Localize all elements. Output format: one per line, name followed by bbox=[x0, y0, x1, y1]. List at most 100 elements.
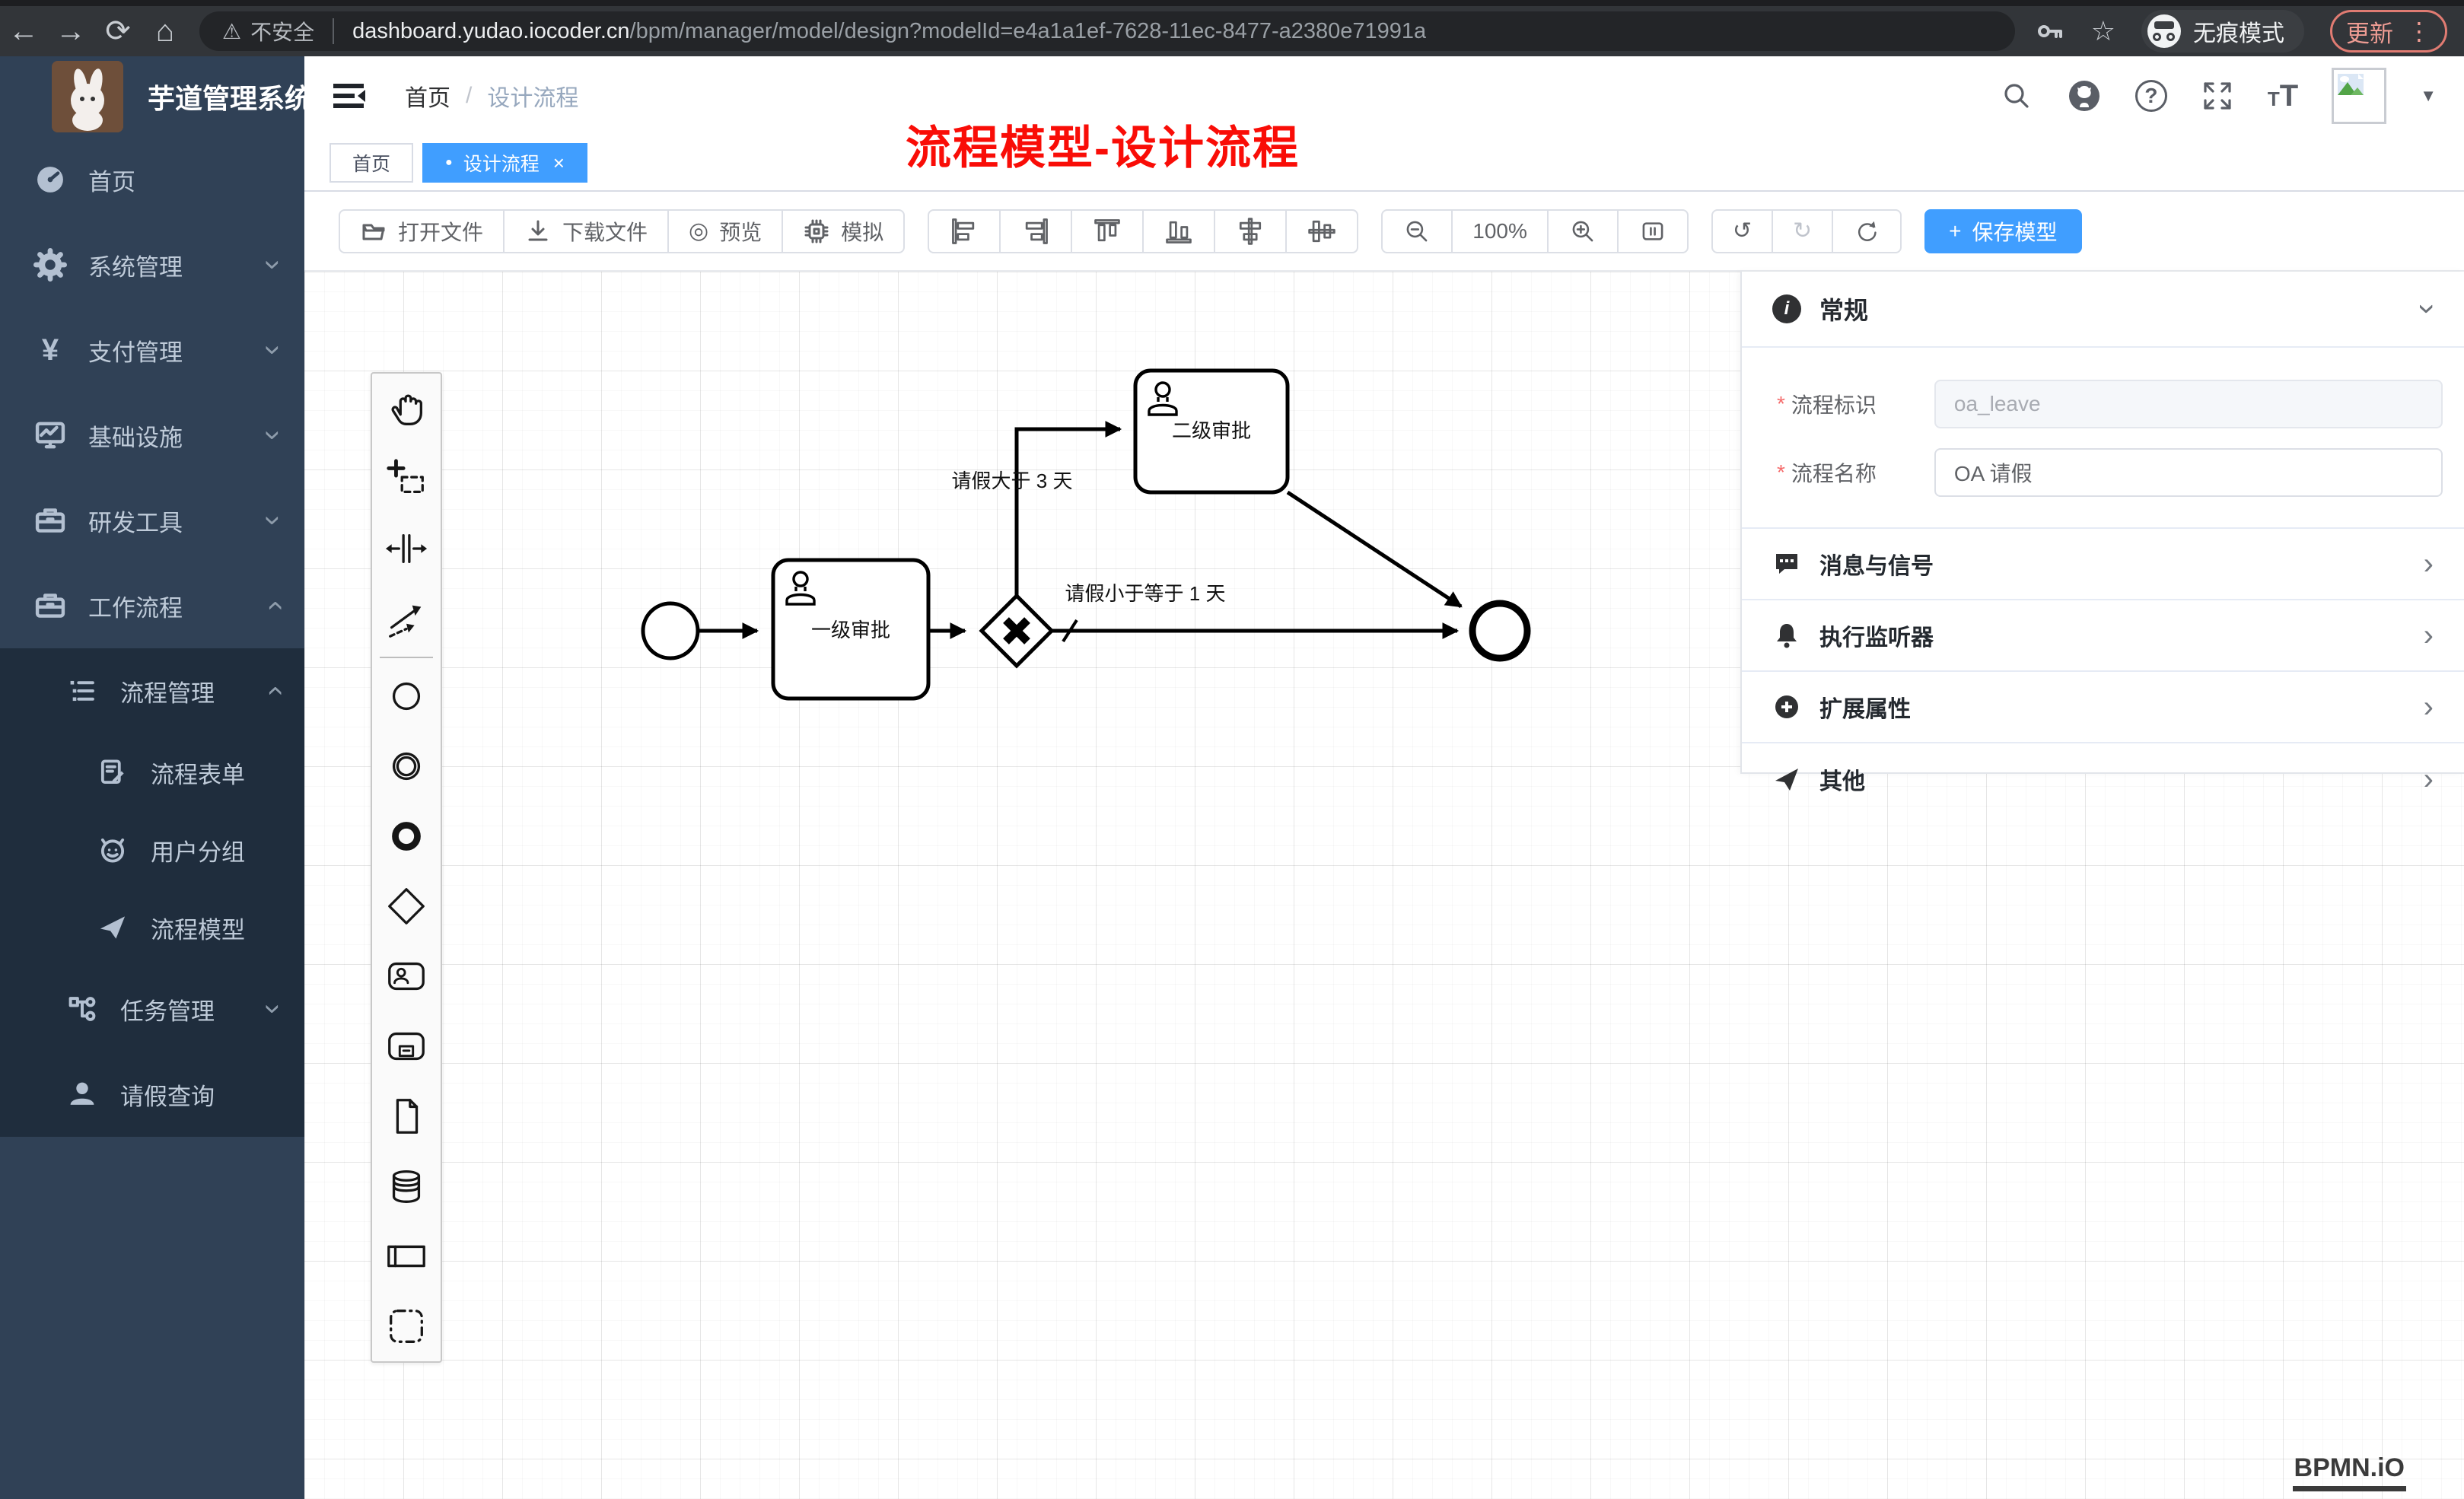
open-file-button[interactable]: 打开文件 bbox=[339, 209, 505, 253]
browser-menu-icon[interactable]: ⋮ bbox=[2407, 17, 2431, 46]
section-execution-listener[interactable]: 执行监听器 › bbox=[1742, 600, 2464, 672]
bookmark-star-icon[interactable]: ☆ bbox=[2091, 15, 2115, 47]
zoom-in-button[interactable] bbox=[1547, 209, 1619, 253]
redo-button[interactable]: ↻ bbox=[1772, 209, 1833, 253]
section-label: 执行监听器 bbox=[1819, 619, 1934, 652]
end-event[interactable] bbox=[1472, 603, 1527, 658]
avatar[interactable] bbox=[2332, 68, 2386, 124]
chevron-right-icon: › bbox=[2424, 692, 2434, 722]
align-center-vertical-button[interactable] bbox=[1285, 209, 1358, 253]
info-icon: i bbox=[1772, 294, 1801, 323]
sidebar-collapse-icon[interactable] bbox=[330, 79, 370, 113]
password-key-icon[interactable] bbox=[2035, 16, 2065, 46]
header-actions: ? TT ▼ bbox=[2000, 68, 2437, 124]
bpmn-canvas[interactable]: 一级审批 二级审批 请假大于 3 天 请假小于等于 1 天 i 常规 › * 流… bbox=[304, 270, 2464, 1499]
browser-reload-icon[interactable]: ⟳ bbox=[94, 16, 142, 46]
browser-forward-icon[interactable]: → bbox=[47, 16, 94, 46]
save-model-label: 保存模型 bbox=[1972, 216, 2058, 247]
avatar-caret-icon[interactable]: ▼ bbox=[2420, 86, 2437, 106]
flow-gateway-to-task2[interactable] bbox=[1017, 429, 1120, 596]
exclusive-gateway[interactable] bbox=[982, 596, 1052, 666]
start-event[interactable] bbox=[643, 603, 698, 658]
zoom-out-button[interactable] bbox=[1381, 209, 1453, 253]
section-general[interactable]: i 常规 › bbox=[1742, 272, 2464, 348]
sidebar-item-label: 系统管理 bbox=[88, 248, 183, 282]
app-logo-row[interactable]: 芋道管理系统 bbox=[0, 56, 304, 137]
sidebar-item-workflow[interactable]: 工作流程 › bbox=[0, 563, 304, 648]
task2-label: 二级审批 bbox=[1172, 419, 1251, 442]
chrome-update-button[interactable]: 更新 ⋮ bbox=[2330, 10, 2447, 53]
file-button-group: 打开文件 下载文件 ◎ 预览 模拟 bbox=[339, 209, 905, 253]
sidebar-item-payment[interactable]: ¥ 支付管理 › bbox=[0, 307, 304, 393]
sidebar-item-user-group[interactable]: 用户分组 bbox=[0, 811, 304, 889]
general-fields: * 流程标识 * 流程名称 bbox=[1742, 348, 2464, 529]
process-key-label: 流程标识 bbox=[1791, 389, 1913, 419]
github-icon[interactable] bbox=[2067, 78, 2102, 113]
url-host: dashboard.yudao.iocoder.cn bbox=[352, 19, 629, 44]
flow-task2-to-end[interactable] bbox=[1288, 492, 1461, 606]
sidebar-item-label: 支付管理 bbox=[88, 333, 183, 368]
download-file-button[interactable]: 下载文件 bbox=[503, 209, 669, 253]
sidebar-item-task-mgmt[interactable]: 任务管理 › bbox=[0, 966, 304, 1052]
align-left-button[interactable] bbox=[928, 209, 1001, 253]
browser-back-icon[interactable]: ← bbox=[0, 16, 47, 46]
section-extended-attributes[interactable]: 扩展属性 › bbox=[1742, 672, 2464, 743]
not-secure-label[interactable]: 不安全 bbox=[250, 16, 314, 46]
chevron-down-icon: › bbox=[258, 430, 288, 440]
process-name-label: 流程名称 bbox=[1791, 457, 1913, 488]
font-size-icon[interactable]: TT bbox=[2268, 81, 2298, 111]
incognito-icon bbox=[2147, 14, 2181, 48]
sidebar-item-process-model[interactable]: 流程模型 bbox=[0, 889, 304, 966]
section-label: 其他 bbox=[1819, 762, 1865, 796]
flow-label-gt3: 请假大于 3 天 bbox=[952, 469, 1073, 492]
search-icon[interactable] bbox=[2000, 79, 2033, 113]
chevron-right-icon: › bbox=[2424, 549, 2434, 579]
paper-plane-icon bbox=[93, 913, 132, 942]
simulate-button[interactable]: 模拟 bbox=[782, 209, 905, 253]
sidebar-item-system[interactable]: 系统管理 › bbox=[0, 222, 304, 307]
browser-home-icon[interactable]: ⌂ bbox=[142, 16, 189, 46]
process-name-row: * 流程名称 bbox=[1742, 448, 2464, 497]
bpmn-io-watermark[interactable]: BPMN.iO bbox=[2293, 1453, 2406, 1491]
sidebar-item-label: 任务管理 bbox=[120, 992, 215, 1026]
history-button-group: ↺ ↻ bbox=[1711, 209, 1902, 253]
properties-panel: i 常规 › * 流程标识 * 流程名称 bbox=[1740, 272, 2464, 774]
tab-close-icon[interactable]: × bbox=[553, 151, 565, 175]
briefcase-icon bbox=[30, 504, 70, 537]
gear-icon bbox=[30, 248, 70, 282]
preview-eye-icon: ◎ bbox=[689, 220, 708, 243]
task1-label: 一级审批 bbox=[811, 619, 890, 641]
align-bottom-button[interactable] bbox=[1142, 209, 1215, 253]
sidebar-item-leave-query[interactable]: 请假查询 bbox=[0, 1052, 304, 1137]
save-model-button[interactable]: + 保存模型 bbox=[1924, 209, 2081, 253]
zoom-reset-button[interactable] bbox=[1617, 209, 1689, 253]
sidebar-item-infra[interactable]: 基础设施 › bbox=[0, 393, 304, 478]
incognito-label: 无痕模式 bbox=[2193, 14, 2284, 48]
sidebar-item-process-mgmt[interactable]: 流程管理 › bbox=[0, 648, 304, 734]
restart-button[interactable] bbox=[1832, 209, 1902, 253]
tab-label: 设计流程 bbox=[463, 149, 540, 177]
sidebar-item-process-form[interactable]: 流程表单 bbox=[0, 734, 304, 811]
sidebar-item-home[interactable]: 首页 bbox=[0, 137, 304, 222]
section-message-signal[interactable]: 消息与信号 › bbox=[1742, 529, 2464, 600]
tab-home[interactable]: 首页 bbox=[329, 143, 413, 183]
align-center-horizontal-button[interactable] bbox=[1214, 209, 1287, 253]
sidebar-item-label: 流程表单 bbox=[151, 756, 245, 790]
breadcrumb-home[interactable]: 首页 bbox=[405, 79, 450, 113]
sidebar: 芋道管理系统 首页 系统管理 › ¥ 支付管理 › 基础设施 › bbox=[0, 56, 304, 1499]
process-name-input[interactable] bbox=[1934, 448, 2443, 497]
align-top-button[interactable] bbox=[1071, 209, 1144, 253]
address-bar[interactable]: ⚠ 不安全 dashboard.yudao.iocoder.cn /bpm/ma… bbox=[199, 11, 2015, 51]
preview-button[interactable]: ◎ 预览 bbox=[667, 209, 783, 253]
help-icon[interactable]: ? bbox=[2135, 80, 2167, 112]
tab-design-process[interactable]: ● 设计流程 × bbox=[422, 143, 587, 183]
fullscreen-icon[interactable] bbox=[2201, 79, 2234, 113]
sidebar-item-devtools[interactable]: 研发工具 › bbox=[0, 478, 304, 563]
redo-icon: ↻ bbox=[1793, 220, 1812, 243]
undo-button[interactable]: ↺ bbox=[1711, 209, 1773, 253]
align-right-button[interactable] bbox=[999, 209, 1072, 253]
incognito-badge[interactable]: 无痕模式 bbox=[2141, 10, 2304, 53]
section-other[interactable]: 其他 › bbox=[1742, 743, 2464, 815]
person-icon bbox=[62, 1079, 102, 1109]
browser-toolbar: ← → ⟳ ⌂ ⚠ 不安全 dashboard.yudao.iocoder.cn… bbox=[0, 0, 2464, 56]
